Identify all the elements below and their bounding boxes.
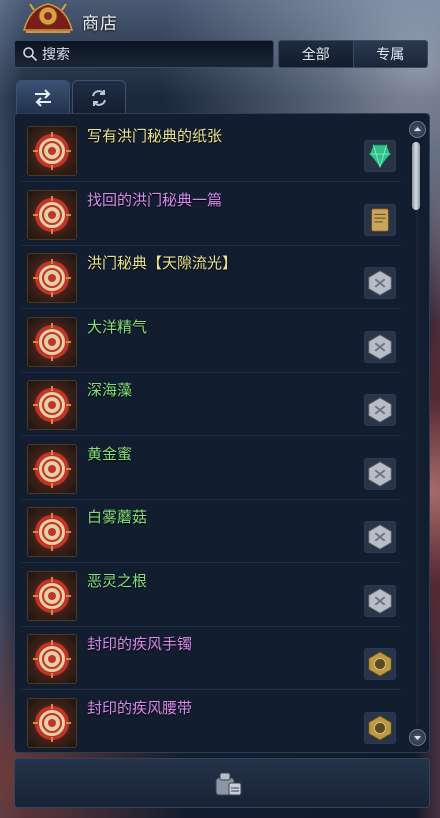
cost-currency-icon[interactable] — [364, 584, 396, 617]
cost-currency-icon[interactable] — [364, 394, 396, 426]
item-name: 黄金蜜 — [87, 444, 133, 463]
item-icon[interactable] — [27, 253, 77, 303]
silver-coin-icon — [368, 397, 392, 423]
arrow-down-icon — [414, 736, 421, 740]
shop-window: 商店 全部 专属 写有洪门秘典的纸张找回的洪门秘典一篇洪门秘典【天隙流光】大洋精… — [4, 0, 434, 818]
item-name: 封印的疾风腰带 — [87, 698, 193, 717]
silver-coin-icon — [368, 460, 392, 487]
item-icon[interactable] — [27, 316, 77, 367]
cost-currency-icon[interactable] — [364, 330, 396, 363]
scroll-book-icon — [371, 207, 389, 232]
silver-coin-icon — [368, 587, 392, 614]
item-icon[interactable] — [27, 634, 77, 684]
item-icon[interactable] — [27, 443, 77, 494]
item-row[interactable]: 写有洪门秘典的纸张 — [21, 120, 401, 182]
silver-coin-icon — [368, 270, 392, 296]
item-row[interactable]: 大洋精气 — [21, 311, 401, 373]
tab-buyback[interactable] — [72, 80, 126, 114]
filter-toggle: 全部 专属 — [278, 40, 428, 68]
item-icon[interactable] — [27, 380, 77, 430]
refresh-icon — [92, 89, 106, 106]
item-name: 恶灵之根 — [87, 571, 148, 590]
purchase-bag-icon — [215, 772, 242, 796]
cost-currency-icon[interactable] — [364, 711, 396, 744]
item-row[interactable]: 恶灵之根 — [21, 565, 401, 627]
purchase-button[interactable] — [207, 767, 247, 801]
silver-coin-icon — [368, 333, 392, 360]
search-input[interactable] — [42, 45, 267, 65]
cost-currency-icon[interactable] — [364, 267, 396, 299]
silver-coin-icon — [368, 524, 392, 550]
item-row[interactable]: 封印的疾风腰带 — [21, 692, 401, 753]
item-icon[interactable] — [27, 507, 77, 557]
item-list[interactable]: 写有洪门秘典的纸张 找回的洪门秘典一篇 洪门秘典【天隙流光】 大洋精气深海藻黄金蜜白雾… — [14, 113, 430, 753]
item-icon[interactable] — [27, 570, 77, 621]
cost-currency-icon[interactable] — [364, 140, 396, 172]
item-row[interactable]: 封印的疾风手镯 — [21, 628, 401, 690]
cost-currency-icon[interactable] — [364, 648, 396, 680]
title-bar[interactable]: 商店 — [4, 0, 434, 38]
item-row[interactable]: 黄金蜜 — [21, 438, 401, 500]
swap-arrows-icon — [35, 88, 51, 107]
gold-medal-icon — [368, 714, 392, 741]
scroll-up-button[interactable] — [409, 121, 426, 138]
item-name: 大洋精气 — [87, 317, 148, 336]
item-name: 写有洪门秘典的纸张 — [87, 127, 223, 145]
scrollbar-thumb[interactable] — [412, 142, 420, 210]
item-row[interactable]: 深海藻 — [21, 374, 401, 436]
item-icon[interactable] — [27, 697, 77, 748]
scroll-down-button[interactable] — [409, 729, 426, 746]
shop-emblem-icon — [23, 3, 73, 33]
scrollbar-track[interactable] — [416, 142, 419, 726]
tab-exchange[interactable] — [16, 80, 70, 114]
window-title: 商店 — [82, 14, 118, 34]
cost-currency-icon[interactable] — [364, 521, 396, 553]
green-crystal-icon — [369, 144, 391, 169]
cost-currency-icon[interactable] — [364, 203, 396, 236]
cost-currency-icon[interactable] — [364, 457, 396, 490]
item-name: 封印的疾风手镯 — [87, 635, 193, 653]
filter-exclusive-button[interactable]: 专属 — [352, 41, 427, 67]
item-name: 深海藻 — [87, 381, 133, 399]
item-name: 洪门秘典【天隙流光】 — [87, 254, 238, 272]
item-row[interactable]: 洪门秘典【天隙流光】 — [21, 247, 401, 309]
search-icon — [23, 47, 38, 62]
gold-medal-icon — [368, 651, 392, 677]
item-name: 找回的洪门秘典一篇 — [87, 190, 223, 209]
item-row[interactable]: 白雾蘑菇 — [21, 501, 401, 563]
bottom-bar — [14, 758, 430, 808]
item-icon[interactable] — [27, 126, 77, 176]
search-box[interactable] — [14, 40, 274, 68]
item-name: 白雾蘑菇 — [87, 508, 148, 526]
filter-all-button[interactable]: 全部 — [279, 41, 353, 67]
arrow-up-icon — [414, 127, 421, 131]
item-row[interactable]: 找回的洪门秘典一篇 — [21, 184, 401, 246]
item-icon[interactable] — [27, 189, 77, 240]
